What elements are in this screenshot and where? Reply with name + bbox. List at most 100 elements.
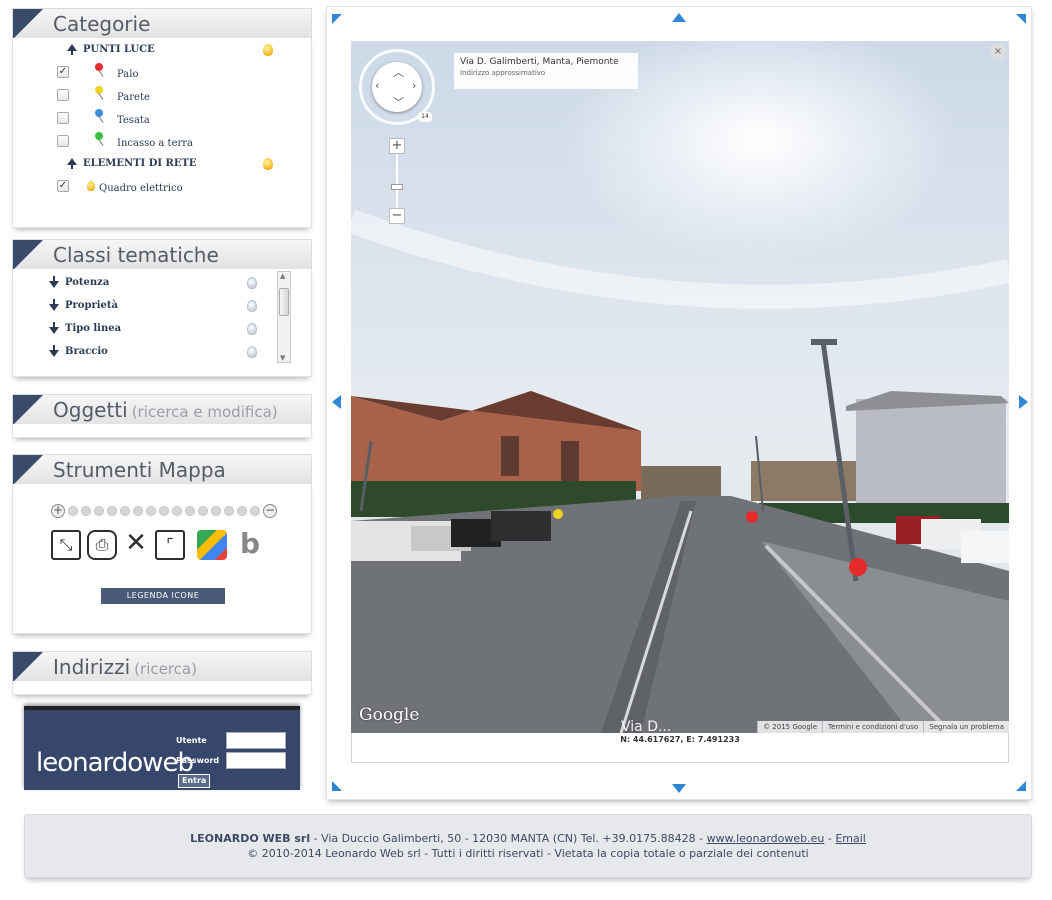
google-maps-icon[interactable]	[197, 530, 227, 560]
zoom-step[interactable]	[185, 506, 195, 516]
classi-scrollbar[interactable]: ▲ ▼	[277, 271, 291, 363]
section-elementi-rete[interactable]: ELEMENTI DI RETE	[67, 158, 197, 169]
classi-header[interactable]: Classi tematiche	[12, 239, 312, 270]
bing-icon[interactable]: b	[235, 530, 265, 560]
header-corner	[13, 652, 43, 682]
category-parete: Parete	[117, 92, 150, 103]
legenda-icone-button[interactable]: LEGENDA ICONE	[101, 588, 225, 604]
collapse-arrow-icon	[67, 44, 77, 55]
compass-badge: 14	[418, 112, 432, 122]
zoom-step[interactable]	[211, 506, 221, 516]
lightbulb-icon[interactable]	[247, 323, 257, 335]
zoom-step[interactable]	[81, 506, 91, 516]
categorie-header[interactable]: Categorie	[12, 8, 312, 39]
pan-down-icon[interactable]	[672, 784, 686, 793]
lightbulb-icon[interactable]	[263, 158, 273, 170]
pan-up-icon[interactable]	[672, 13, 686, 22]
strumenti-header[interactable]: Strumenti Mappa	[12, 454, 312, 485]
lightbulb-icon[interactable]	[247, 300, 257, 312]
entra-button[interactable]: Entra	[178, 774, 211, 788]
classe-proprieta[interactable]: Proprietà	[49, 299, 118, 311]
header-corner	[13, 395, 43, 425]
streetview-address: Via D. Galimberti, Manta, Piemonte	[460, 57, 619, 67]
checkbox-tesata[interactable]	[57, 112, 69, 124]
fullscreen-icon[interactable]: ⤡	[51, 530, 81, 560]
indirizzi-header[interactable]: Indirizzi (ricerca)	[12, 651, 312, 682]
password-label: Password	[176, 756, 220, 765]
streetview-panorama[interactable]: Via D. Galimberti, Manta, Piemonte Indir…	[351, 41, 1009, 733]
zoom-step[interactable]	[146, 506, 156, 516]
zoom-step[interactable]	[94, 506, 104, 516]
red-pin-icon	[95, 63, 103, 71]
print-icon[interactable]: ⎙	[87, 530, 117, 560]
sv-zoom-track[interactable]	[396, 154, 398, 208]
zoom-step[interactable]	[133, 506, 143, 516]
street-name-overlay: Via D...	[621, 719, 672, 733]
corner-nw-icon[interactable]	[332, 14, 342, 24]
corner-sw-icon[interactable]	[332, 781, 342, 791]
zoom-in-icon[interactable]: +	[51, 504, 65, 518]
email-link[interactable]: Email	[835, 832, 866, 845]
zoom-step[interactable]	[198, 506, 208, 516]
corner-se-icon[interactable]	[1016, 781, 1026, 791]
zoom-step[interactable]	[250, 506, 260, 516]
pan-control-down-icon[interactable]: ﹀	[393, 94, 404, 110]
classi-title: Classi tematiche	[53, 243, 219, 267]
zoom-level-bar[interactable]: + −	[51, 504, 277, 518]
streetview-scene[interactable]	[351, 41, 1009, 733]
category-palo: Palo	[117, 69, 139, 80]
zoom-step[interactable]	[107, 506, 117, 516]
report-problem-link[interactable]: Segnala un problema	[923, 721, 1009, 733]
sv-zoom-knob[interactable]	[391, 184, 403, 190]
terms-link[interactable]: Termini e condizioni d'uso	[822, 721, 923, 733]
zoom-step[interactable]	[172, 506, 182, 516]
lightbulb-icon[interactable]	[263, 44, 273, 56]
close-icon[interactable]: ×	[991, 45, 1005, 59]
website-link[interactable]: www.leonardoweb.eu	[707, 832, 825, 845]
checkbox-incasso[interactable]	[57, 135, 69, 147]
zoom-out-icon[interactable]: −	[263, 504, 277, 518]
scroll-thumb[interactable]	[279, 288, 289, 316]
classe-braccio[interactable]: Braccio	[49, 345, 108, 357]
pan-left-icon[interactable]	[332, 395, 341, 409]
pan-right-icon[interactable]	[1019, 395, 1028, 409]
zoom-step[interactable]	[237, 506, 247, 516]
lightbulb-icon[interactable]	[247, 277, 257, 289]
zoom-step[interactable]	[159, 506, 169, 516]
zoom-step[interactable]	[68, 506, 78, 516]
pan-control-left-icon[interactable]: ‹	[375, 79, 379, 92]
zoom-step[interactable]	[224, 506, 234, 516]
google-logo[interactable]: Google	[359, 705, 419, 725]
lightbulb-icon[interactable]	[247, 346, 257, 358]
pan-control[interactable]: ︿ ﹀ ‹ ›	[372, 62, 422, 112]
sv-zoom-out-button[interactable]: −	[389, 208, 405, 224]
streetview-footer: © 2015 Google Termini e condizioni d'uso…	[757, 721, 1009, 733]
scroll-down-icon[interactable]: ▼	[280, 354, 285, 362]
navigation-compass[interactable]: ︿ ﹀ ‹ › 14	[359, 49, 435, 125]
password-input[interactable]	[226, 752, 286, 769]
scroll-up-icon[interactable]: ▲	[280, 272, 285, 280]
sv-zoom-in-button[interactable]: +	[389, 138, 405, 154]
classe-tipo-linea[interactable]: Tipo linea	[49, 322, 121, 334]
checkbox-quadro[interactable]: ✓	[57, 180, 69, 192]
classi-panel: Classi tematiche Potenza Proprietà Tipo …	[12, 239, 312, 377]
oggetti-header[interactable]: Oggetti (ricerca e modifica)	[12, 394, 312, 425]
measure-icon[interactable]: ⌜	[155, 530, 185, 560]
oggetti-body	[12, 424, 312, 438]
checkbox-parete[interactable]	[57, 89, 69, 101]
strumenti-body: + − ⤡ ⎙ ✕ ⌜ b LEGENDA ICONE	[12, 484, 312, 634]
strumenti-title: Strumenti Mappa	[53, 458, 226, 482]
zoom-step[interactable]	[120, 506, 130, 516]
clear-icon[interactable]: ✕	[121, 530, 151, 560]
classe-potenza[interactable]: Potenza	[49, 276, 109, 288]
pan-control-up-icon[interactable]: ︿	[393, 64, 404, 80]
checkbox-palo[interactable]: ✓	[57, 66, 69, 78]
category-incasso: Incasso a terra	[117, 138, 194, 149]
footer-line-1: LEONARDO WEB srl - Via Duccio Galimberti…	[25, 831, 1031, 846]
pan-control-right-icon[interactable]: ›	[412, 79, 416, 92]
green-pin-icon	[95, 132, 103, 140]
categorie-body: PUNTI LUCE ✓ Palo Parete Tesata Incasso …	[12, 38, 312, 228]
corner-ne-icon[interactable]	[1016, 14, 1026, 24]
utente-input[interactable]	[226, 732, 286, 749]
section-punti-luce[interactable]: PUNTI LUCE	[67, 44, 155, 55]
